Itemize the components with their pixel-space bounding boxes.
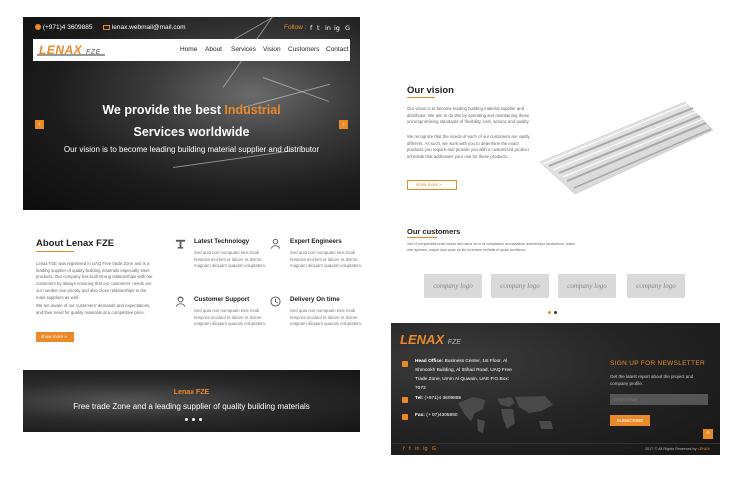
feature-title-engineers: Expert Engineers [290,238,342,245]
customer-logo-1[interactable]: company logo [424,274,482,298]
topbar-phone[interactable]: (+971)4 3609885 [35,24,93,31]
banner-title: Lenax FZE [173,389,210,396]
vision-paragraph-2: We recognize that the needs of each of o… [407,134,530,160]
about-show-more-button[interactable]: show more » [36,332,74,342]
phone-icon [35,24,41,31]
feature-text-support: Sed quia non numquam eius modi tempora i… [194,308,267,327]
nav-about[interactable]: About [205,46,222,53]
feature-title-delivery: Delivery On time [290,296,340,303]
nav-vision[interactable]: Vision [263,46,281,53]
banner-dot-2[interactable] [192,418,195,421]
topbar-email[interactable]: lenax.webmail@mail.com [103,24,186,31]
nav-contact[interactable]: Contact [326,46,348,53]
scroll-top-button[interactable]: ˄ [703,429,713,439]
google-icon[interactable]: G [345,24,350,32]
facebook-icon[interactable]: f [310,24,312,32]
customer-logo-3[interactable]: company logo [558,274,616,298]
footer-facebook-icon[interactable]: f [403,446,405,452]
clock-icon [270,296,281,307]
support-icon [175,296,186,307]
roofing-sheet-image [539,101,714,195]
footer-office: Head Office: Business Center, 1st Floor,… [415,359,512,391]
feature-text-delivery: Sed quia non numquam eius modi tempora i… [290,308,363,327]
promo-banner: Lenax FZE Free trade Zone and a leading … [23,370,360,432]
newsletter-description: Get the latest report about the project … [610,374,694,386]
about-paragraph-2: We are aware of our customers' demands a… [36,303,151,315]
nav-services[interactable]: Services [231,46,256,53]
world-map-image [458,396,553,433]
hero-section: (+971)4 3609885 lenax.webmail@mail.com F… [23,17,360,210]
feature-text-engineers: Sed quia non numquam eius modi tempora i… [290,250,363,269]
newsletter-title: SIGN UP FOR NEWSLETTER [610,360,705,367]
customer-logo-2[interactable]: company logo [491,274,549,298]
banner-dot-3[interactable] [199,418,202,421]
hero-heading-line1: We provide the best Industrial [102,103,281,117]
navbar: LENAX FZE Home About Services Vision Cus… [33,39,350,61]
twitter-icon[interactable]: t [317,24,320,32]
about-underline [36,251,74,252]
vision-paragraph-1: Our vision is to become leading building… [407,106,530,125]
fax-icon [402,414,408,420]
hero-heading-line2: Services worldwide [133,125,250,139]
feature-title-technology: Latest Technology [194,238,250,245]
banner-subtitle: Free trade Zone and a leading supplier o… [73,402,310,411]
nav-home[interactable]: Home [180,46,197,53]
vision-underline [407,97,435,98]
topbar: (+971)4 3609885 lenax.webmail@mail.com F… [23,17,360,39]
instagram-icon[interactable]: ig [334,24,340,32]
about-title: About Lenax FZE [36,238,115,249]
hero-prev-button[interactable]: ‹ [35,120,44,129]
hero-subheading: Our vision is to become leading building… [63,145,320,154]
footer-instagram-icon[interactable]: ig [423,446,428,452]
newsletter-email-input[interactable] [610,394,708,405]
customers-title: Our customers [407,227,461,236]
linkedin-icon[interactable]: in [325,24,331,32]
hero-next-button[interactable]: › [339,120,348,129]
feature-text-technology: Sed quia non numquam eius modi tempora i… [194,250,267,269]
copyright-text: 2017 © All Rights Reserved by LENAX [644,447,710,451]
location-icon [402,361,408,367]
subscribe-button[interactable]: SUBSCRIBE [610,415,650,426]
customers-text: Sed ut perspiciatis unde omnis iste natu… [407,242,575,252]
about-paragraph-1: Lenax FZE was registered in UAQ Free tra… [36,261,153,300]
customers-dot-2[interactable] [554,311,557,314]
footer-fax: Fax: (+ 97)4305860 [415,413,458,418]
customers-dot-1[interactable] [548,311,551,314]
footer: LENAX FZE Head Office: Business Center, … [391,323,720,455]
vision-show-more-button[interactable]: show more » [407,180,457,190]
logo-underline [37,54,105,56]
footer-google-icon[interactable]: G [432,446,436,452]
nav-customers[interactable]: Customers [288,46,319,53]
customers-underline [407,237,437,238]
vision-title: Our vision [407,85,454,96]
footer-linkedin-icon[interactable]: in [415,446,420,452]
phone-icon [402,397,408,403]
engineer-icon [270,238,281,249]
footer-tel[interactable]: Tel: (+971)4 3609885 [415,394,461,403]
follow-label: Follow : [284,24,307,31]
mail-icon [103,24,110,30]
technology-icon [175,239,186,249]
banner-dot-1[interactable] [185,418,188,421]
feature-title-support: Customer Support [194,296,250,303]
footer-twitter-icon[interactable]: t [409,446,411,452]
customer-logo-4[interactable]: company logo [627,274,685,298]
footer-logo[interactable]: LENAX FZE [400,332,461,347]
